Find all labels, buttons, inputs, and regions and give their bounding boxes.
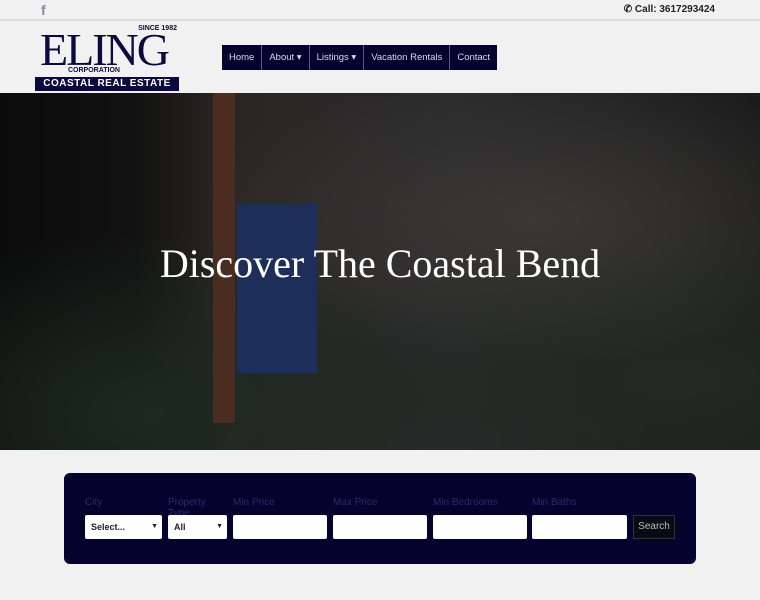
call-label: Call: 3617293424 (634, 4, 715, 15)
min-bedrooms-field: Min Bedrooms (433, 497, 527, 539)
facebook-icon[interactable]: f (41, 2, 46, 18)
min-baths-label: Min Baths (532, 497, 577, 508)
caret-down-icon: ▼ (216, 523, 223, 530)
hero-title: Discover The Coastal Bend (159, 241, 601, 286)
property-search-form: City Select... ▼ Property Type All ▼ Min P… (64, 473, 696, 564)
city-value: Select... (91, 522, 126, 532)
max-price-label: Max Price (333, 497, 378, 508)
min-price-label: Min Price (233, 497, 275, 508)
min-baths-field: Min Baths (532, 497, 627, 539)
nav-vacation-rentals[interactable]: Vacation Rentals (364, 45, 451, 70)
logo[interactable]: SINCE 1982 ELING CORPORATION COASTAL REA… (35, 25, 179, 91)
nav-about[interactable]: About ▾ (262, 45, 310, 70)
logo-tagline: COASTAL REAL ESTATE (35, 77, 179, 91)
phone-icon: ✆ (623, 4, 635, 15)
min-price-field: Min Price (233, 497, 327, 539)
nav-contact[interactable]: Contact (450, 45, 497, 70)
min-bedrooms-input[interactable] (433, 515, 527, 539)
nav-home[interactable]: Home (222, 45, 263, 70)
nav-listings[interactable]: Listings ▾ (310, 45, 365, 70)
min-bedrooms-label: Min Bedrooms (433, 497, 498, 508)
min-baths-input[interactable] (532, 515, 627, 539)
property-type-field: Property Type All ▼ (168, 497, 227, 539)
min-price-input[interactable] (233, 515, 327, 539)
max-price-field: Max Price (333, 497, 427, 539)
max-price-input[interactable] (333, 515, 427, 539)
search-button[interactable]: Search (633, 515, 675, 539)
hero-banner: Discover The Coastal Bend (0, 93, 760, 450)
caret-down-icon: ▼ (151, 523, 158, 530)
city-field: City Select... ▼ (85, 497, 162, 539)
city-select[interactable]: Select... ▼ (85, 515, 162, 539)
call-link[interactable]: ✆ Call: 3617293424 (624, 4, 715, 15)
property-type-label: Property Type (168, 497, 206, 519)
top-bar: f ✆ Call: 3617293424 (0, 0, 760, 21)
property-type-value: All (174, 522, 186, 532)
city-label: City (85, 497, 103, 508)
property-type-select[interactable]: All ▼ (168, 515, 227, 539)
main-nav: Home About ▾ Listings ▾ Vacation Rentals… (222, 45, 498, 70)
hero-image-pool (237, 203, 317, 373)
logo-corp: CORPORATION (68, 67, 120, 74)
